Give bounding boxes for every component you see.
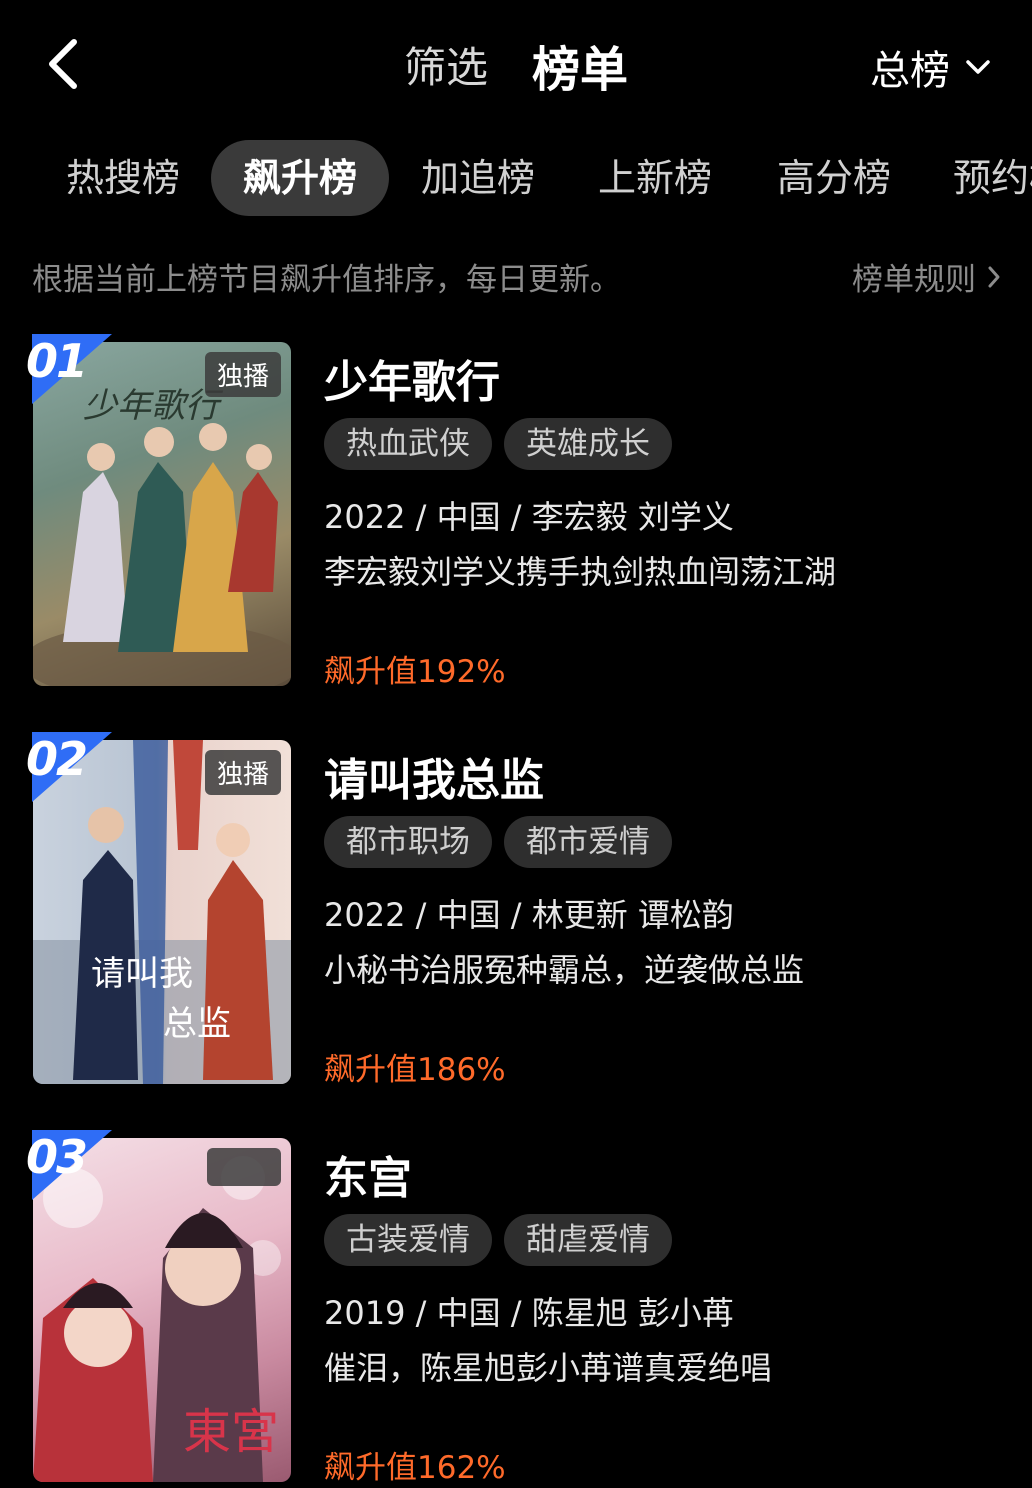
rank-type-label: 总榜 bbox=[870, 48, 950, 94]
rise-value: 飙升值186% bbox=[324, 1052, 506, 1088]
top-bar: 筛选 榜单 总榜 bbox=[0, 0, 1032, 120]
chevron-right-icon bbox=[988, 266, 1000, 287]
item-title: 东宫 bbox=[324, 1153, 412, 1204]
genre-tag[interactable]: 甜虐爱情 bbox=[504, 1214, 672, 1266]
tab-reservation[interactable]: 预约榜 bbox=[953, 140, 1032, 216]
tab-top-rated[interactable]: 高分榜 bbox=[777, 140, 891, 216]
chart-tabs: 热搜榜 飙升榜 加追榜 上新榜 高分榜 预约榜 bbox=[0, 140, 1032, 220]
rank-type-dropdown[interactable]: 总榜 bbox=[870, 38, 992, 96]
tab-new[interactable]: 上新榜 bbox=[598, 140, 712, 216]
tab-follow[interactable]: 加追榜 bbox=[421, 140, 535, 216]
genre-tag[interactable]: 英雄成长 bbox=[504, 418, 672, 470]
genre-tag[interactable]: 热血武侠 bbox=[324, 418, 492, 470]
chart-rules-label: 榜单规则 bbox=[852, 262, 976, 298]
item-blurb: 小秘书治服冤种霸总，逆袭做总监 bbox=[324, 951, 805, 989]
genre-tag[interactable]: 都市爱情 bbox=[504, 816, 672, 868]
exclusive-badge: 独播 bbox=[204, 352, 281, 397]
chart-description: 根据当前上榜节目飙升值排序，每日更新。 bbox=[32, 262, 621, 298]
exclusive-badge: 独播 bbox=[204, 750, 281, 795]
genre-tag[interactable]: 古装爱情 bbox=[324, 1214, 492, 1266]
poster-title-art: 总监 bbox=[163, 1004, 231, 1044]
item-title: 少年歌行 bbox=[324, 357, 500, 408]
chevron-left-icon bbox=[49, 39, 77, 89]
chevron-down-icon bbox=[966, 60, 990, 74]
tag-list: 都市职场 都市爱情 bbox=[324, 816, 684, 868]
rank-badge: 03 bbox=[22, 1130, 112, 1200]
item-blurb: 李宏毅刘学义携手执剑热血闯荡江湖 bbox=[324, 553, 837, 591]
item-blurb: 催泪，陈星旭彭小苒谱真爱绝唱 bbox=[324, 1349, 773, 1387]
rank-badge: 01 bbox=[22, 334, 112, 404]
rise-value: 飙升值192% bbox=[324, 654, 506, 690]
back-button[interactable] bbox=[42, 36, 92, 92]
rank-number: 01 bbox=[26, 334, 88, 388]
filter-tab[interactable]: 筛选 bbox=[404, 34, 488, 95]
chart-description-row: 根据当前上榜节目飙升值排序，每日更新。 榜单规则 bbox=[32, 250, 1002, 298]
tab-rising[interactable]: 飙升榜 bbox=[211, 140, 390, 216]
exclusive-badge bbox=[207, 1148, 281, 1186]
poster-title-art: 请叫我 bbox=[91, 954, 193, 994]
item-meta: 2022 / 中国 / 李宏毅 刘学义 bbox=[324, 498, 734, 536]
rank-badge: 02 bbox=[22, 732, 112, 802]
chart-rules-link[interactable]: 榜单规则 bbox=[852, 254, 1002, 299]
item-meta: 2022 / 中国 / 林更新 谭松韵 bbox=[324, 896, 734, 934]
tag-list: 热血武侠 英雄成长 bbox=[324, 418, 684, 470]
genre-tag[interactable]: 都市职场 bbox=[324, 816, 492, 868]
rank-number: 03 bbox=[26, 1130, 88, 1184]
rank-number: 02 bbox=[26, 732, 88, 786]
poster-title-art: 東宮 bbox=[183, 1404, 279, 1460]
ranking-tab[interactable]: 榜单 bbox=[532, 30, 628, 100]
item-meta: 2019 / 中国 / 陈星旭 彭小苒 bbox=[324, 1294, 734, 1332]
list-item[interactable]: 请叫我 总监 独播 02 请叫我总监 都市职场 都市爱情 2022 / 中国 /… bbox=[0, 732, 1032, 1090]
tab-hot-search[interactable]: 热搜榜 bbox=[66, 140, 180, 216]
rise-value: 飙升值162% bbox=[324, 1450, 506, 1486]
list-item[interactable]: 東宮 03 东宫 古装爱情 甜虐爱情 2019 / 中国 / 陈星旭 彭小苒 催… bbox=[0, 1130, 1032, 1488]
list-item[interactable]: 少年歌行 独播 01 少年歌行 热血武侠 英雄成长 2022 / 中国 / 李宏… bbox=[0, 334, 1032, 692]
tag-list: 古装爱情 甜虐爱情 bbox=[324, 1214, 684, 1266]
item-title: 请叫我总监 bbox=[324, 755, 544, 806]
